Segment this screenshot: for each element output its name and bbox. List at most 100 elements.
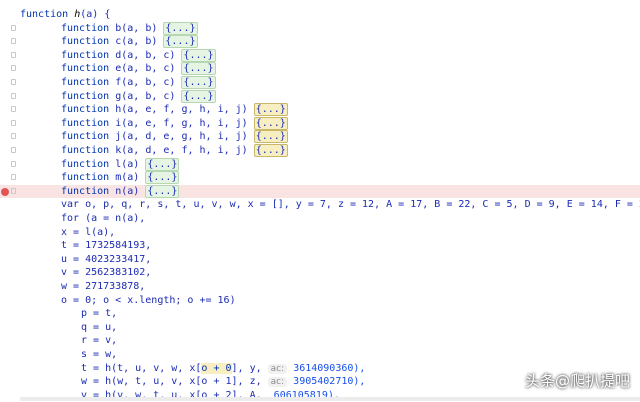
- code-line[interactable]: function h(a) {: [0, 8, 640, 22]
- call-expression: t = h(t, u, v, w, x[: [81, 362, 202, 374]
- code-line[interactable]: function i(a, e, f, g, h, i, j) {...}: [0, 116, 640, 131]
- gutter[interactable]: [0, 185, 18, 199]
- gutter[interactable]: [0, 280, 18, 294]
- folded-block[interactable]: {...}: [163, 35, 198, 49]
- code-line[interactable]: function g(a, b, c) {...}: [0, 89, 640, 104]
- code-line[interactable]: r = v,: [0, 334, 640, 348]
- gutter[interactable]: [0, 49, 18, 63]
- code-line[interactable]: var o, p, q, r, s, t, u, v, w, x = [], y…: [0, 198, 640, 212]
- code-line[interactable]: function n(a) {...}: [0, 184, 640, 199]
- code-text: r = v,: [81, 334, 117, 348]
- code-line[interactable]: w = 271733878,: [0, 280, 640, 294]
- code-line[interactable]: s = w,: [0, 348, 640, 362]
- folded-block[interactable]: {...}: [145, 157, 180, 171]
- folded-block[interactable]: {...}: [163, 21, 198, 35]
- fold-marker-icon[interactable]: [11, 119, 16, 126]
- gutter[interactable]: [0, 266, 18, 280]
- fold-marker-icon[interactable]: [11, 147, 16, 153]
- call-expression: w = h(w, t, u, v, x[o + 1], z,: [81, 376, 268, 388]
- code-line[interactable]: o = 0; o < x.length; o += 16): [0, 294, 640, 308]
- gutter[interactable]: [0, 334, 18, 348]
- gutter[interactable]: [0, 389, 18, 402]
- gutter[interactable]: [0, 198, 18, 212]
- folded-block[interactable]: {...}: [181, 62, 216, 76]
- gutter[interactable]: [0, 130, 18, 144]
- gutter[interactable]: [0, 103, 18, 117]
- code-line[interactable]: function m(a) {...}: [0, 171, 640, 185]
- fold-marker-icon[interactable]: [11, 65, 16, 72]
- gutter[interactable]: [0, 158, 18, 172]
- fold-marker-icon[interactable]: [11, 133, 16, 140]
- folded-block[interactable]: {...}: [253, 144, 288, 157]
- gutter[interactable]: [0, 239, 18, 253]
- code-editor[interactable]: function h(a) { function b(a, b) {...} fu…: [0, 0, 640, 401]
- gutter[interactable]: [0, 144, 18, 158]
- code-text: x = l(a),: [61, 226, 115, 240]
- folded-block[interactable]: {...}: [253, 103, 288, 117]
- folded-block[interactable]: {...}: [145, 184, 180, 198]
- gutter[interactable]: [0, 22, 18, 36]
- code-text: function k(a, d, e, f, h, i, j) {...}: [61, 144, 288, 158]
- code-line[interactable]: function j(a, d, e, g, h, i, j) {...}: [0, 130, 640, 144]
- fold-marker-icon[interactable]: [11, 24, 16, 31]
- params: (a): [121, 185, 140, 197]
- fold-marker-icon[interactable]: [11, 92, 16, 99]
- gutter[interactable]: [0, 8, 18, 22]
- gutter[interactable]: [0, 171, 18, 185]
- code-line[interactable]: p = t,: [0, 307, 640, 321]
- gutter[interactable]: [0, 348, 18, 362]
- code-line[interactable]: function l(a) {...}: [0, 157, 640, 172]
- folded-block[interactable]: {...}: [181, 76, 216, 89]
- assignment: w = 271733878,: [61, 281, 146, 292]
- gutter[interactable]: [0, 307, 18, 321]
- gutter[interactable]: [0, 226, 18, 240]
- gutter[interactable]: [0, 76, 18, 90]
- gutter[interactable]: [0, 375, 18, 389]
- gutter[interactable]: [0, 117, 18, 131]
- code-line[interactable]: function k(a, d, e, f, h, i, j) {...}: [0, 144, 640, 158]
- fold-marker-icon[interactable]: [11, 106, 16, 113]
- gutter[interactable]: [0, 362, 18, 376]
- code-line[interactable]: function d(a, b, c) {...}: [0, 48, 640, 63]
- fold-marker-icon[interactable]: [11, 174, 16, 181]
- gutter[interactable]: [0, 212, 18, 226]
- code-text: function i(a, e, f, g, h, i, j) {...}: [61, 116, 288, 131]
- code-line[interactable]: x = l(a),: [0, 226, 640, 240]
- code-line[interactable]: u = 4023233417,: [0, 253, 640, 267]
- fold-marker-icon[interactable]: [11, 51, 16, 58]
- gutter[interactable]: [0, 35, 18, 49]
- code-line[interactable]: v = 2562383102,: [0, 266, 640, 280]
- params: (a, b, c): [121, 90, 176, 102]
- params: (a): [121, 158, 140, 170]
- code-line[interactable]: function h(a, e, f, g, h, i, j) {...}: [0, 103, 640, 117]
- code-line[interactable]: function c(a, b) {...}: [0, 35, 640, 49]
- code-line[interactable]: q = u,: [0, 321, 640, 335]
- code-line[interactable]: for (a = n(a),: [0, 212, 640, 226]
- code-line[interactable]: function e(a, b, c) {...}: [0, 62, 640, 76]
- fold-marker-icon[interactable]: [11, 79, 16, 85]
- gutter[interactable]: [0, 253, 18, 267]
- code-text: function b(a, b) {...}: [61, 21, 198, 36]
- fold-marker-icon[interactable]: [11, 38, 16, 45]
- assignment: v = 2562383102,: [61, 267, 152, 279]
- code-line[interactable]: function b(a, b) {...}: [0, 21, 640, 36]
- gutter[interactable]: [0, 294, 18, 308]
- fold-marker-icon[interactable]: [11, 187, 16, 194]
- gutter[interactable]: [0, 62, 18, 76]
- keyword: function: [61, 131, 110, 143]
- horizontal-scrollbar[interactable]: [20, 397, 640, 401]
- code-line[interactable]: function f(a, b, c) {...}: [0, 76, 640, 90]
- folded-block[interactable]: {...}: [253, 130, 288, 144]
- breakpoint-icon[interactable]: [1, 187, 9, 196]
- gutter[interactable]: [0, 90, 18, 104]
- code-line[interactable]: t = 1732584193,: [0, 239, 640, 253]
- folded-block[interactable]: {...}: [145, 171, 180, 185]
- params: (a, b, c): [121, 77, 176, 88]
- assignment: s = w,: [81, 349, 118, 360]
- fold-marker-icon[interactable]: [11, 160, 16, 167]
- assignment: q = u,: [81, 321, 118, 333]
- gutter[interactable]: [0, 321, 18, 335]
- folded-block[interactable]: {...}: [181, 89, 216, 103]
- folded-block[interactable]: {...}: [253, 116, 288, 130]
- folded-block[interactable]: {...}: [181, 48, 216, 62]
